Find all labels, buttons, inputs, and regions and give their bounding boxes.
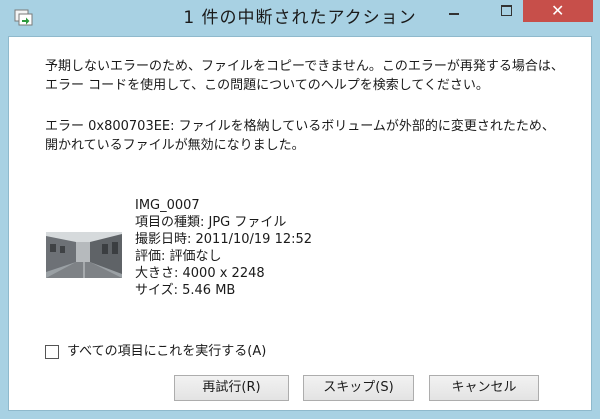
file-type: 項目の種類: JPG ファイル	[135, 215, 287, 230]
cancel-button[interactable]: キャンセル	[429, 375, 539, 401]
file-date-taken: 撮影日時: 2011/10/19 12:52	[135, 232, 313, 247]
file-details: IMG_0007 項目の種類: JPG ファイル 撮影日時: 2011/10/1…	[135, 197, 312, 299]
close-button[interactable]: ✕	[523, 0, 593, 22]
apply-to-all-label[interactable]: すべての項目にこれを実行する(A)	[67, 343, 266, 361]
close-icon: ✕	[551, 1, 565, 20]
file-dimensions: 大きさ: 4000 x 2248	[135, 266, 265, 281]
minimize-icon	[449, 13, 459, 15]
maximize-icon	[501, 5, 512, 16]
file-name: IMG_0007	[135, 198, 200, 213]
file-thumbnail	[46, 232, 122, 278]
dialog-content: 予期しないエラーのため、ファイルをコピーできません。このエラーが再発する場合は、…	[8, 36, 592, 411]
retry-button[interactable]: 再試行(R)	[174, 375, 289, 401]
dialog-window: 1 件の中断されたアクション ✕ 予期しないエラーのため、ファイルをコピーできま…	[0, 0, 600, 419]
title-bar[interactable]: 1 件の中断されたアクション ✕	[0, 0, 600, 36]
file-rating: 評価: 評価なし	[135, 249, 222, 264]
skip-button[interactable]: スキップ(S)	[303, 375, 414, 401]
maximize-button[interactable]	[493, 0, 519, 22]
minimize-button[interactable]	[441, 0, 467, 22]
error-message: 予期しないエラーのため、ファイルをコピーできません。このエラーが再発する場合は、…	[45, 59, 564, 93]
error-code-message: エラー 0x800703EE: ファイルを格納しているボリュームが外部的に変更さ…	[45, 119, 555, 153]
file-size: サイズ: 5.46 MB	[135, 283, 236, 298]
apply-to-all-checkbox[interactable]	[45, 345, 59, 359]
